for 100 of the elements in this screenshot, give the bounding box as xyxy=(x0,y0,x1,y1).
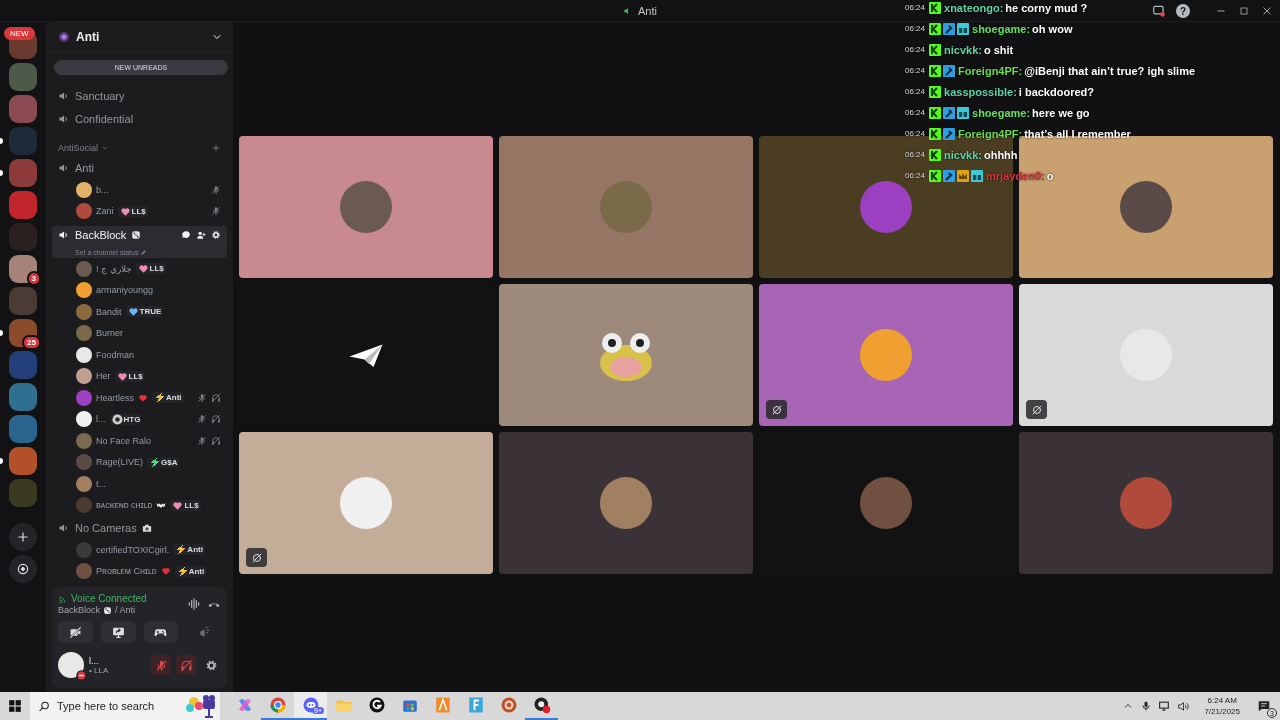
chat-username[interactable]: xnateongo: xyxy=(944,1,1004,14)
voice-user[interactable]: Bandit TRUE xyxy=(52,301,227,323)
chat-icon[interactable] xyxy=(181,230,191,240)
plus-icon[interactable] xyxy=(211,143,221,153)
user-name: l... xyxy=(89,655,100,666)
voice-user[interactable]: ʙᴀᴄᴋᴇɴᴅ ᴄʜɪʟᴅ LL$ xyxy=(52,494,227,516)
add-server-button[interactable] xyxy=(9,523,37,551)
voice-user[interactable]: certifiedTOXICgirl. Anti xyxy=(52,539,227,561)
chat-username[interactable]: shoegame: xyxy=(972,22,1031,35)
user-avatar xyxy=(76,203,92,220)
user-avatar xyxy=(76,432,92,449)
search-placeholder: Type here to search xyxy=(57,700,155,712)
camera-off-icon xyxy=(68,625,82,639)
compass-icon xyxy=(16,562,30,576)
screen-share-button[interactable] xyxy=(100,621,136,643)
deafen-button[interactable] xyxy=(176,655,196,675)
network-icon[interactable] xyxy=(1158,699,1172,713)
voice-user[interactable]: Her LL$ xyxy=(52,365,227,387)
clock-time[interactable]: 6:24 AM xyxy=(1207,695,1237,706)
chat-message: o shit xyxy=(983,43,1014,56)
voice-user[interactable]: armaniyoungg xyxy=(52,279,227,301)
hammer-icon xyxy=(943,127,956,140)
gamepad-button[interactable] xyxy=(143,621,179,643)
chat-username[interactable]: nicvkk: xyxy=(944,43,982,56)
dice-icon xyxy=(103,605,113,615)
user-name: l... xyxy=(96,414,106,425)
user-avatar xyxy=(76,497,92,514)
help-button[interactable]: ? xyxy=(1176,4,1190,18)
browser-icon xyxy=(268,696,287,714)
heart-icon xyxy=(138,392,148,403)
chat-username[interactable]: shoegame: xyxy=(972,106,1031,119)
voice-channel[interactable]: Sanctuary xyxy=(52,84,227,107)
user-avatar xyxy=(76,411,92,428)
server-name[interactable]: / Anti xyxy=(115,605,136,615)
user-avatar xyxy=(76,325,92,342)
chat-timestamp: 06:24 xyxy=(905,108,926,117)
voice-user[interactable]: l... HTG xyxy=(52,408,227,430)
chat-timestamp: 06:24 xyxy=(905,45,926,54)
user-avatar xyxy=(860,329,912,381)
channel-name[interactable]: BackBlock xyxy=(58,605,101,615)
muted-mic-icon xyxy=(154,658,168,672)
voice-user[interactable]: Pʀᴏʙʟᴇᴍ Cʜɪʟᴅ Anti xyxy=(52,560,227,582)
user-name: certifiedTOXICgirl. xyxy=(96,544,170,555)
voice-user[interactable]: b... xyxy=(52,179,227,201)
channel-name: Confidential xyxy=(75,112,134,125)
chat-username[interactable]: Foreign4PF: xyxy=(958,127,1023,140)
k-badge-icon xyxy=(929,64,942,77)
volume-icon[interactable] xyxy=(1177,699,1191,713)
category-name[interactable]: AntiSocial xyxy=(58,143,99,153)
clock-date[interactable]: 7/21/2025 xyxy=(1204,706,1240,717)
user-avatar xyxy=(76,181,92,198)
chat-message: i backdoored? xyxy=(1018,85,1094,98)
user-status: • LLA xyxy=(89,665,109,675)
add-user-icon[interactable] xyxy=(196,230,206,240)
camera-off-button[interactable] xyxy=(58,621,93,643)
new-badge: NEW xyxy=(4,27,35,40)
square-logo-icon xyxy=(466,696,485,714)
voice-user[interactable]: No Face Ralo xyxy=(52,430,227,452)
user-avatar xyxy=(76,282,92,299)
voice-user[interactable]: Rage(LIVE) G$A xyxy=(52,451,227,473)
user-avatar xyxy=(340,181,392,233)
tag-label: Anti xyxy=(187,545,203,555)
search-field[interactable]: Type here to search xyxy=(30,692,220,720)
user-name: Burner xyxy=(96,328,123,339)
waveform-icon[interactable] xyxy=(187,597,201,611)
settings-icon[interactable] xyxy=(211,230,221,240)
speaker-icon xyxy=(58,229,70,241)
voice-channel[interactable]: No Cameras xyxy=(52,516,227,539)
voice-user[interactable]: Foodman xyxy=(52,344,227,366)
tag-label: Anti xyxy=(166,393,182,403)
user-avatar xyxy=(76,346,92,363)
search-icon xyxy=(38,699,51,713)
slashed-circle-icon xyxy=(1030,403,1043,416)
chat-message: oh wow xyxy=(1032,22,1073,35)
maximize-icon[interactable] xyxy=(1238,5,1250,17)
voice-user[interactable]: Heartless Anti xyxy=(52,387,227,409)
voice-user[interactable]: Burner xyxy=(52,322,227,344)
mute-button[interactable] xyxy=(151,655,171,675)
voice-user[interactable]: Zani LL$ xyxy=(52,200,227,222)
server-header[interactable]: Anti xyxy=(46,22,233,52)
chat-username[interactable]: Foreign4PF: xyxy=(958,64,1023,77)
server-name: Anti xyxy=(76,29,100,44)
user-avatar xyxy=(76,475,92,492)
do-not-disturb-icon xyxy=(76,670,87,681)
voice-user[interactable]: t... xyxy=(52,473,227,495)
deafened-icon xyxy=(179,658,193,672)
chat-username[interactable]: kasspossible: xyxy=(944,85,1017,98)
chat-app-icon xyxy=(301,696,320,714)
chat-timestamp: 06:24 xyxy=(905,3,926,12)
chat-username[interactable]: nicvkk: xyxy=(944,148,982,161)
k-badge-icon xyxy=(929,127,942,140)
voice-channel[interactable]: Anti xyxy=(52,156,227,179)
user-name: b... xyxy=(96,184,109,195)
discover-button[interactable] xyxy=(9,555,37,583)
chat-message: o xyxy=(1046,169,1054,182)
tag-label: LL$ xyxy=(149,264,164,274)
voice-channel[interactable]: Confidential xyxy=(52,107,227,130)
tag-label: HTG xyxy=(123,414,141,424)
screen-icon[interactable] xyxy=(1152,4,1166,18)
k-badge-icon xyxy=(929,22,942,35)
